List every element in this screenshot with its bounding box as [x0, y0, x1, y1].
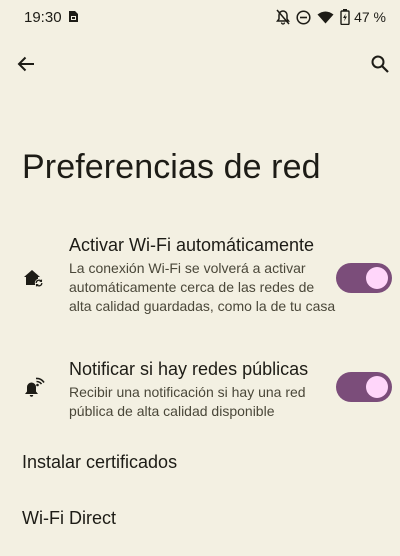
back-button[interactable]	[12, 50, 40, 78]
status-time: 19:30	[24, 9, 62, 26]
setting-title: Activar Wi-Fi automáticamente	[69, 235, 315, 255]
app-bar	[0, 40, 400, 88]
battery-charging-icon	[340, 9, 350, 25]
toggle-thumb	[366, 267, 388, 289]
sim-card-icon	[69, 11, 78, 22]
install-certificates-item[interactable]: Instalar certificados	[22, 452, 177, 473]
page-title: Preferencias de red	[22, 148, 321, 186]
setting-row-auto-wifi[interactable]: Activar Wi-Fi automáticamente La conexió…	[0, 232, 400, 332]
status-bar: 19:30 47 %	[0, 0, 400, 34]
auto-wifi-toggle[interactable]	[336, 263, 392, 293]
status-icons: 47 %	[270, 8, 386, 26]
notification-wifi-icon	[25, 377, 45, 397]
search-icon	[371, 55, 389, 73]
setting-summary: Recibir una notificación si hay una red …	[69, 384, 306, 419]
notifications-off-icon	[276, 9, 291, 25]
setting-row-public-networks[interactable]: Notificar si hay redes públicas Recibir …	[0, 356, 400, 424]
home-wifi-auto-icon	[24, 270, 44, 288]
do-not-disturb-icon	[296, 9, 311, 25]
search-button[interactable]	[366, 50, 394, 78]
setting-title: Notificar si hay redes públicas	[69, 359, 309, 379]
network-preferences-screen: 19:30 47 % Preferencias de red Activar W…	[0, 0, 400, 556]
wifi-direct-item[interactable]: Wi-Fi Direct	[22, 508, 116, 529]
setting-summary: La conexión Wi-Fi se volverá a activar a…	[69, 260, 336, 314]
toggle-thumb	[366, 376, 388, 398]
wifi-icon	[317, 11, 334, 23]
arrow-back-icon	[17, 56, 34, 72]
public-networks-toggle[interactable]	[336, 372, 392, 402]
battery-percent: 47 %	[354, 9, 386, 25]
